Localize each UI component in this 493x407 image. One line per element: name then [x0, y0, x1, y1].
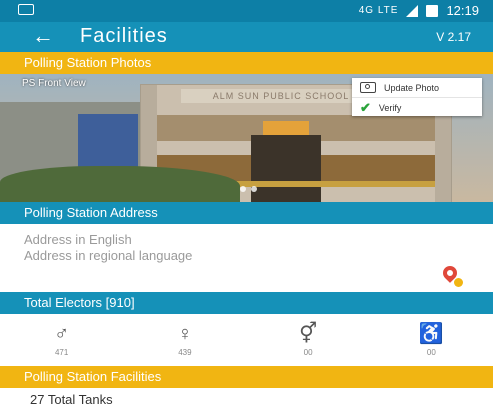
carousel-dot[interactable]	[240, 186, 246, 192]
app-bar: ← Facilities V 2.17	[0, 22, 493, 52]
pwd-count: 00	[426, 348, 436, 357]
third-gender-icon: ⚥	[299, 323, 318, 345]
map-pin-badge-icon	[454, 278, 463, 287]
verify-label: Verify	[378, 102, 402, 113]
photo-poster	[78, 114, 138, 174]
section-header-photos: Polling Station Photos	[0, 52, 493, 74]
male-count: 471	[54, 348, 69, 357]
carousel-dot[interactable]	[251, 186, 257, 192]
building-sign-small	[263, 121, 309, 135]
female-count: 439	[178, 348, 192, 357]
section-header-electors: Total Electors [910]	[0, 292, 493, 314]
female-icon: ♀	[177, 323, 193, 345]
clock: 12:19	[446, 3, 479, 18]
photo-options-menu: Update Photo ✔ Verify	[352, 78, 482, 116]
electors-female: ♀ 439	[123, 314, 246, 366]
male-icon: ♂	[54, 323, 70, 345]
battery-icon	[426, 4, 439, 17]
notification-icon	[18, 4, 34, 15]
status-bar-right: 4G LTE 12:19	[359, 3, 479, 18]
carousel-indicator[interactable]	[240, 186, 257, 192]
update-photo-label: Update Photo	[384, 82, 440, 93]
photo-caption: PS Front View	[22, 78, 86, 89]
section-header-address: Polling Station Address	[0, 202, 493, 224]
verify-menu-item[interactable]: ✔ Verify	[352, 97, 482, 117]
update-photo-menu-item[interactable]: Update Photo	[352, 78, 482, 97]
signal-icon	[406, 4, 419, 17]
building-door	[251, 135, 321, 202]
checkmark-icon: ✔	[360, 99, 371, 115]
electors-pwd: ♿ 00	[370, 314, 493, 366]
page-title: Facilities	[80, 25, 168, 47]
address-block: Address in English Address in regional l…	[24, 232, 192, 264]
version-label: V 2.17	[436, 30, 471, 44]
address-english: Address in English	[24, 232, 132, 247]
camera-icon	[360, 82, 376, 93]
photo-shrubs	[0, 166, 240, 202]
electors-third-gender: ⚥ 00	[247, 314, 370, 366]
section-header-facilities: Polling Station Facilities	[0, 366, 493, 388]
third-gender-count: 00	[303, 348, 313, 357]
electors-male: ♂ 471	[0, 314, 123, 366]
building-sign: ALM SUN PUBLIC SCHOOL	[181, 89, 381, 103]
electors-breakdown: ♂ 471 ♀ 439 ⚥ 00 ♿ 00	[0, 314, 493, 366]
status-bar: 4G LTE 12:19	[0, 0, 493, 22]
wheelchair-icon: ♿	[418, 323, 444, 345]
network-label: 4G LTE	[358, 5, 399, 16]
back-arrow-icon[interactable]: ←	[32, 24, 54, 48]
address-regional: Address in regional language	[24, 248, 193, 263]
